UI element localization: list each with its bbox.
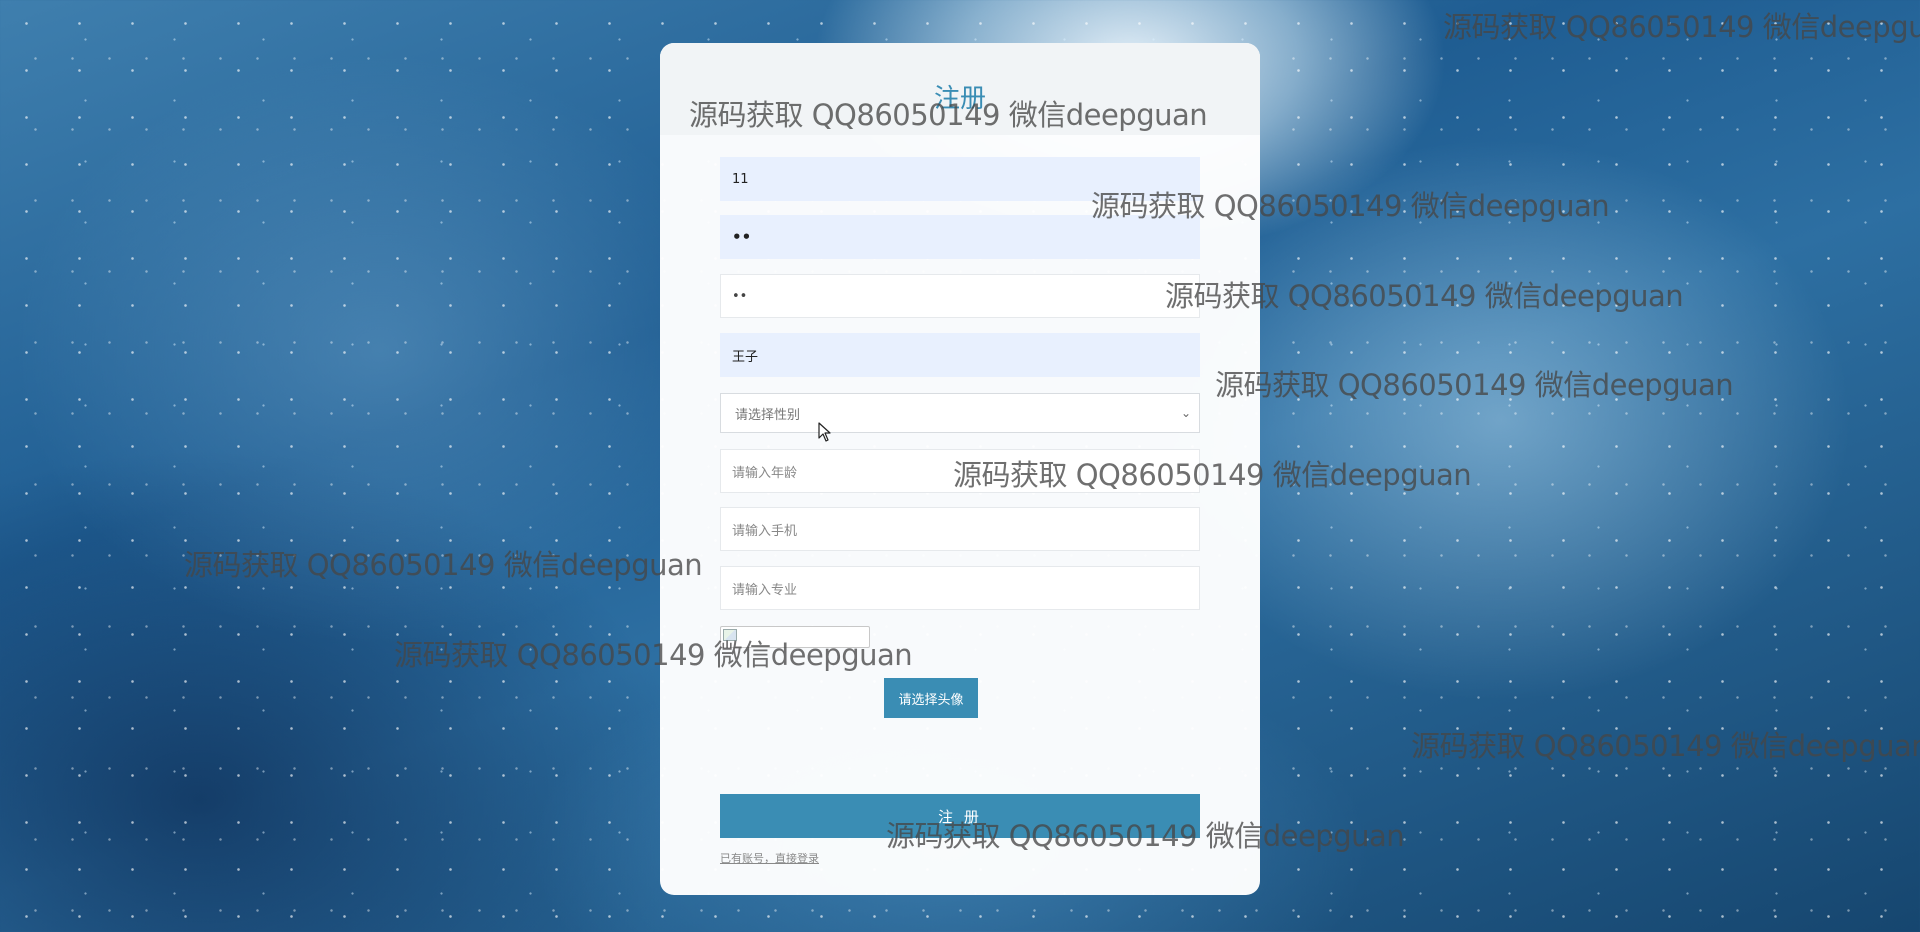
- watermark: 源码获取 QQ86050149 微信deepguan: [1411, 729, 1920, 763]
- watermark: 源码获取 QQ86050149 微信deepguan: [1443, 10, 1920, 44]
- watermark: 源码获取 QQ86050149 微信deepguan: [886, 819, 1405, 853]
- mouse-cursor-icon: [818, 422, 831, 442]
- name-input[interactable]: 王子: [720, 333, 1200, 377]
- choose-avatar-button[interactable]: 请选择头像: [884, 678, 978, 718]
- watermark: 源码获取 QQ86050149 微信deepguan: [1215, 368, 1734, 402]
- watermark: 源码获取 QQ86050149 微信deepguan: [689, 98, 1208, 132]
- watermark: 源码获取 QQ86050149 微信deepguan: [1091, 189, 1610, 223]
- gender-select[interactable]: 请选择性别 ⌄: [720, 393, 1200, 433]
- phone-input[interactable]: 请输入手机: [720, 507, 1200, 551]
- watermark: 源码获取 QQ86050149 微信deepguan: [953, 458, 1472, 492]
- chevron-down-icon: ⌄: [1180, 406, 1191, 420]
- watermark: 源码获取 QQ86050149 微信deepguan: [184, 548, 703, 582]
- login-link[interactable]: 已有账号，直接登录: [720, 850, 819, 866]
- gender-select-value: 请选择性别: [735, 407, 801, 423]
- watermark: 源码获取 QQ86050149 微信deepguan: [394, 638, 913, 672]
- watermark: 源码获取 QQ86050149 微信deepguan: [1165, 279, 1684, 313]
- confirm-password-input[interactable]: ••: [720, 274, 1200, 318]
- major-input[interactable]: 请输入专业: [720, 566, 1200, 610]
